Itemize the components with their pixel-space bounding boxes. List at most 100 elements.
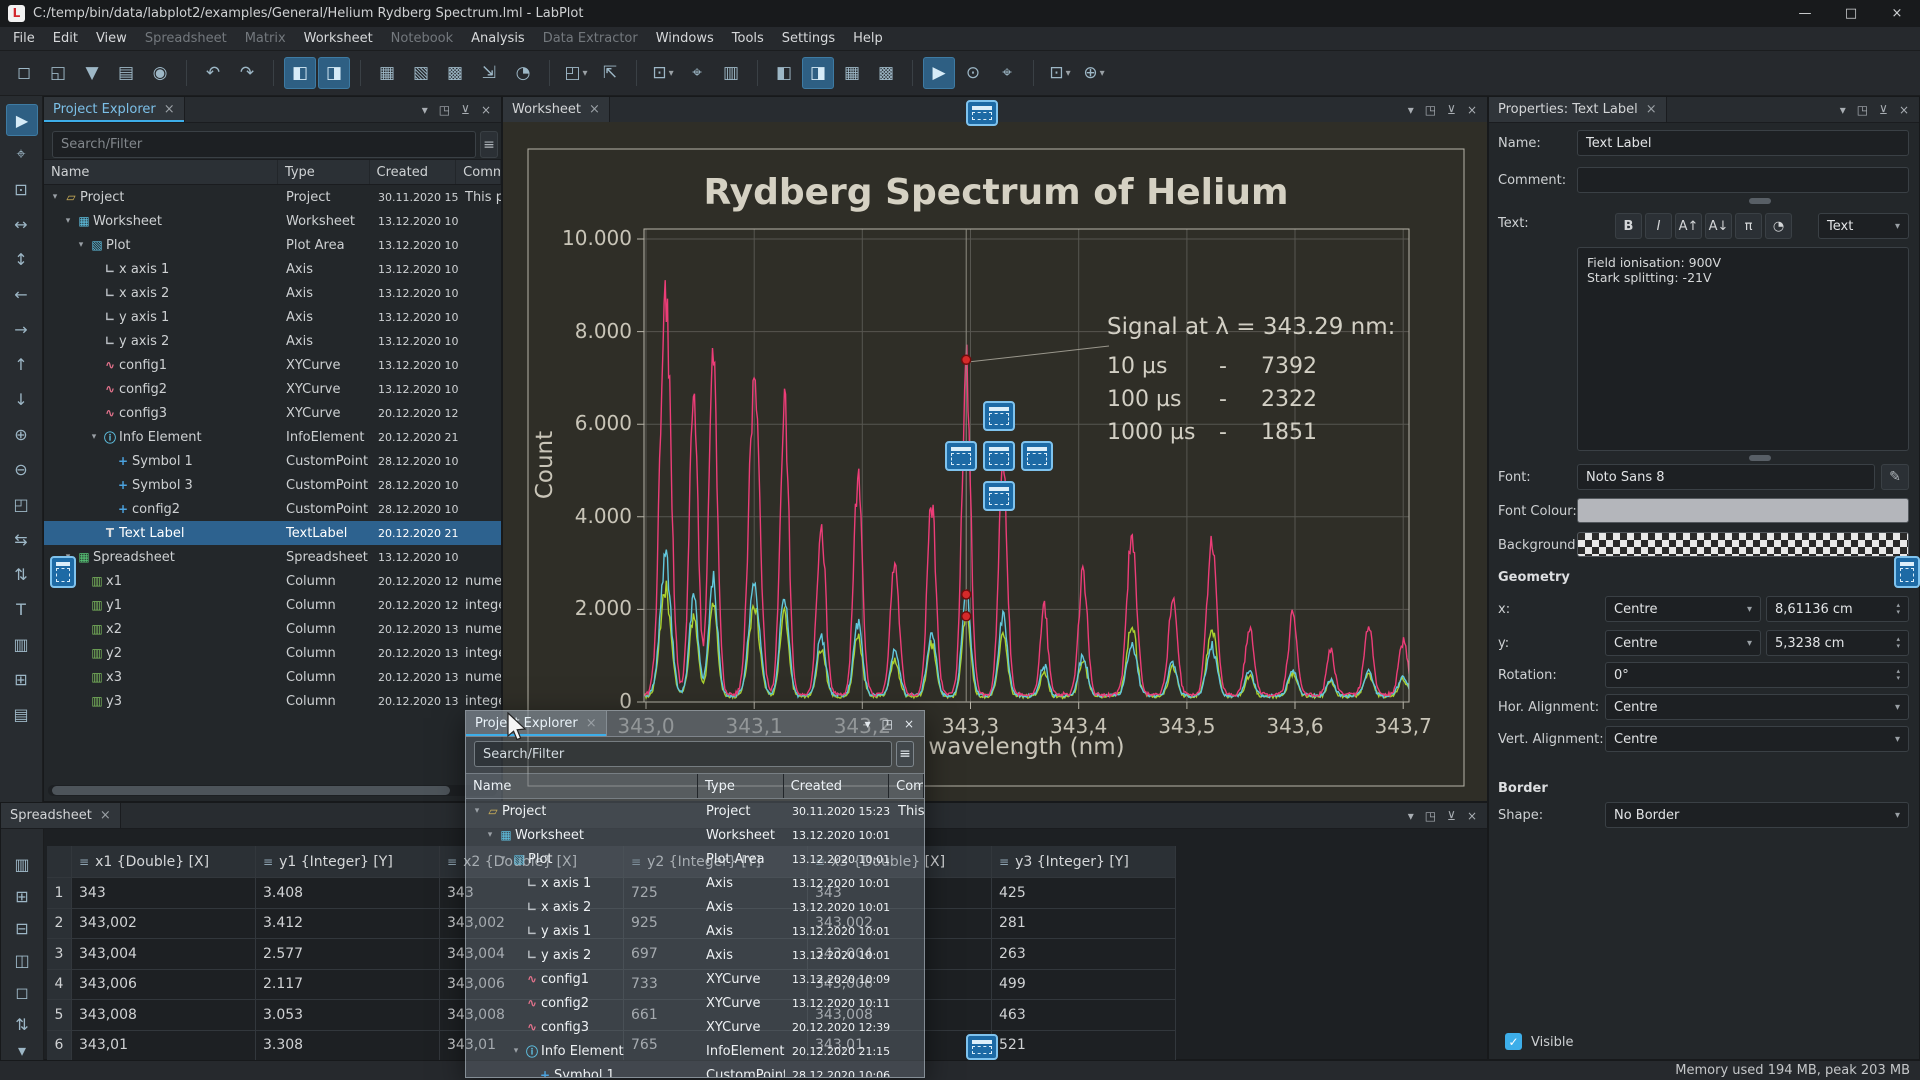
pin-icon[interactable]: ⊻ bbox=[1447, 809, 1456, 823]
menu-windows[interactable]: Windows bbox=[647, 27, 723, 50]
cell[interactable]: 2.117 bbox=[256, 970, 440, 1001]
add-image-button[interactable]: ▥ bbox=[715, 57, 747, 89]
print-button[interactable]: ▤ bbox=[110, 57, 142, 89]
new-worksheet-button[interactable]: ◰▾ bbox=[560, 57, 592, 89]
close-icon[interactable]: × bbox=[1467, 809, 1477, 823]
cell[interactable]: 499 bbox=[992, 970, 1176, 1001]
splitter-handle[interactable] bbox=[1749, 455, 1771, 461]
column-header-type[interactable]: Type bbox=[278, 160, 370, 184]
expander-icon[interactable]: ▾ bbox=[74, 240, 88, 250]
floating-project-explorer[interactable]: Project Explorer × ▾◳× ≡ NameTypeCreated… bbox=[465, 710, 925, 1078]
zoom-mode-button[interactable]: ⌖ bbox=[991, 57, 1023, 89]
remove-column-tool[interactable]: ◻ bbox=[7, 977, 37, 1007]
info-element-label[interactable]: Signal at λ = 343.29 nm:10 µs-7392100 µs… bbox=[1107, 314, 1407, 449]
tree-row-info-element[interactable]: ▾ⓘInfo ElementInfoElement20.12.2020 21:1… bbox=[44, 425, 501, 449]
zoom-out-tool[interactable]: ⊖ bbox=[6, 454, 36, 484]
spinner-arrows[interactable]: ▴▾ bbox=[1896, 602, 1900, 616]
close-button[interactable]: × bbox=[1874, 0, 1920, 27]
split-view-right-button[interactable]: ◨ bbox=[802, 57, 834, 89]
close-icon[interactable]: × bbox=[164, 102, 175, 117]
info-element-marker[interactable] bbox=[962, 355, 971, 364]
close-icon[interactable]: × bbox=[100, 808, 111, 823]
tree-row-x-axis-1[interactable]: ∟x axis 1Axis13.12.2020 10:01 bbox=[44, 257, 501, 281]
pin-icon[interactable]: ⊻ bbox=[1447, 103, 1456, 117]
float-icon[interactable]: ◳ bbox=[882, 717, 893, 731]
info-element-marker[interactable] bbox=[962, 612, 971, 621]
tree-row-y-axis-2[interactable]: ∟y axis 2Axis13.12.2020 10:01 bbox=[44, 329, 501, 353]
cell[interactable]: 343,008 bbox=[72, 1000, 256, 1031]
shift-left-x-tool[interactable]: ← bbox=[6, 279, 36, 309]
remove-row-tool[interactable]: ⊟ bbox=[7, 913, 37, 943]
auto-scale-tool[interactable]: ◰ bbox=[6, 489, 36, 519]
zoom-x-tool[interactable]: ↔ bbox=[6, 209, 36, 239]
text-mode-select[interactable]: Text ▾ bbox=[1818, 213, 1909, 239]
y-position-spinner[interactable]: 5,3238 cm ▴▾ bbox=[1766, 630, 1909, 656]
vert-alignment-select[interactable]: Centre ▾ bbox=[1605, 726, 1909, 752]
info-element-marker[interactable] bbox=[962, 590, 971, 599]
tree-row-spreadsheet[interactable]: ▾▦SpreadsheetSpreadsheet13.12.2020 10:08 bbox=[44, 545, 501, 569]
column-header-commen[interactable]: Commen bbox=[456, 160, 501, 184]
row-number[interactable]: 4 bbox=[47, 970, 72, 1001]
selection-mode-dropdown[interactable]: ⊡▾ bbox=[1044, 57, 1076, 89]
export-worksheet-button[interactable]: ⇱ bbox=[594, 57, 626, 89]
row-number[interactable]: 5 bbox=[47, 1000, 72, 1031]
close-icon[interactable]: × bbox=[904, 717, 914, 731]
menu-settings[interactable]: Settings bbox=[773, 27, 844, 50]
hor-alignment-select[interactable]: Centre ▾ bbox=[1605, 694, 1909, 720]
menu-data-extractor[interactable]: Data Extractor bbox=[534, 27, 647, 50]
background-colour-swatch[interactable] bbox=[1577, 532, 1909, 557]
float-icon[interactable]: ◳ bbox=[1425, 103, 1436, 117]
tree-row-plot[interactable]: ▾▧PlotPlot Area13.12.2020 10:01 bbox=[44, 233, 501, 257]
menu-spreadsheet[interactable]: Spreadsheet bbox=[136, 27, 236, 50]
filter-icon[interactable]: ≡ bbox=[896, 741, 914, 767]
tree-row-x3[interactable]: ▥x3Column20.12.2020 13:56numerical bbox=[44, 665, 501, 689]
tree-row-config3[interactable]: ∿config3XYCurve20.12.2020 12:39 bbox=[44, 401, 501, 425]
close-icon[interactable]: × bbox=[1646, 102, 1657, 117]
float-icon[interactable]: ◳ bbox=[1857, 103, 1868, 117]
dock-target-bottom-edge[interactable] bbox=[966, 1034, 998, 1060]
cell[interactable]: 343,004 bbox=[72, 939, 256, 970]
menu-file[interactable]: File bbox=[4, 27, 44, 50]
search-input[interactable] bbox=[52, 131, 476, 158]
dock-menu-icon[interactable]: ▾ bbox=[1840, 103, 1846, 117]
column-header-type[interactable]: Type bbox=[698, 774, 784, 798]
cell[interactable]: 343,01 bbox=[72, 1031, 256, 1062]
tree-row-y-axis-1[interactable]: ∟y axis 1Axis13.12.2020 10:01 bbox=[44, 305, 501, 329]
crosshair-tool[interactable]: ⌖ bbox=[6, 139, 36, 169]
auto-scale-x-tool[interactable]: ⇆ bbox=[6, 524, 36, 554]
pointer-mode-button[interactable]: ▶ bbox=[923, 57, 955, 89]
name-input[interactable]: Text Label bbox=[1577, 130, 1909, 156]
tree-row-x-axis-1[interactable]: ∟x axis 1Axis13.12.2020 10:01 bbox=[466, 871, 924, 895]
superscript-button[interactable]: A↑ bbox=[1675, 213, 1702, 239]
float-icon[interactable]: ◳ bbox=[439, 103, 450, 117]
tree-row-project[interactable]: ▾▱ProjectProject30.11.2020 15:23This pro… bbox=[44, 185, 501, 209]
y-anchor-select[interactable]: Centre ▾ bbox=[1605, 630, 1761, 656]
add-plot-tool[interactable]: ⊞ bbox=[6, 664, 36, 694]
tree-row-x-axis-2[interactable]: ∟x axis 2Axis13.12.2020 10:01 bbox=[44, 281, 501, 305]
tree-row-worksheet[interactable]: ▾▦WorksheetWorksheet13.12.2020 10:01 bbox=[44, 209, 501, 233]
cell[interactable]: 343 bbox=[72, 878, 256, 909]
cell[interactable]: 343,006 bbox=[72, 970, 256, 1001]
tree-row-info-element[interactable]: ▾ⓘInfo ElementInfoElement20.12.2020 21:1… bbox=[466, 1039, 924, 1063]
shift-right-x-tool[interactable]: → bbox=[6, 314, 36, 344]
titlebar[interactable]: L C:/temp/bin/data/labplot2/examples/Gen… bbox=[0, 0, 1920, 28]
expander-icon[interactable]: ▾ bbox=[483, 830, 497, 840]
cell[interactable]: 3.412 bbox=[256, 909, 440, 940]
menu-edit[interactable]: Edit bbox=[44, 27, 87, 50]
zoom-select-tool[interactable]: ⊡ bbox=[6, 174, 36, 204]
expander-icon[interactable]: ▾ bbox=[87, 432, 101, 442]
color-theme-button[interactable]: ◔ bbox=[507, 57, 539, 89]
new-matrix-button[interactable]: ▩ bbox=[439, 57, 471, 89]
dock-target-right[interactable] bbox=[1021, 441, 1053, 471]
pin-icon[interactable]: ⊻ bbox=[1879, 103, 1888, 117]
toggle-project-explorer-button[interactable]: ◧ bbox=[284, 57, 316, 89]
cell[interactable]: 281 bbox=[992, 909, 1176, 940]
tree-row-plot[interactable]: ▾▧PlotPlot Area13.12.2020 10:01 bbox=[466, 847, 924, 871]
minimize-button[interactable]: — bbox=[1782, 0, 1828, 27]
tab-project-explorer[interactable]: Project Explorer × bbox=[44, 97, 185, 122]
close-icon[interactable]: × bbox=[586, 716, 597, 731]
datetime-button[interactable]: ◔ bbox=[1765, 213, 1792, 239]
tree-row-worksheet[interactable]: ▾▦WorksheetWorksheet13.12.2020 10:01 bbox=[466, 823, 924, 847]
tree-row-x1[interactable]: ▥x1Column20.12.2020 12:39numerical bbox=[44, 569, 501, 593]
redo-button[interactable]: ↷ bbox=[231, 57, 263, 89]
